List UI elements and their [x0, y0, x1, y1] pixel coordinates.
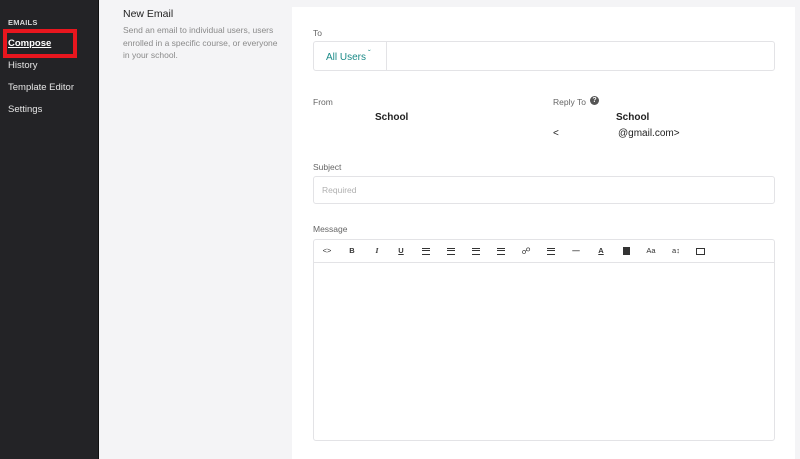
link-button[interactable]: ☍ — [516, 244, 536, 258]
sidebar-item-settings[interactable]: Settings — [8, 104, 42, 115]
intro-column: New Email Send an email to individual us… — [100, 0, 292, 459]
highlight-color-icon — [622, 247, 630, 256]
subject-field[interactable] — [313, 176, 775, 204]
reply-to-open-bracket: < — [553, 128, 559, 139]
sidebar-section-label: EMAILS — [8, 18, 38, 27]
font-size-button[interactable]: Aa — [641, 244, 661, 258]
reply-to-email: @gmail.com> — [618, 128, 680, 139]
align-button[interactable] — [541, 244, 561, 258]
font-color-button[interactable]: A — [591, 244, 611, 258]
line-height-button[interactable]: a↕ — [666, 244, 686, 258]
italic-button[interactable]: I — [367, 244, 387, 258]
numbered-list-icon — [447, 247, 455, 255]
indent-icon — [497, 247, 505, 255]
editor-toolbar: <> B I U ☍ — A Aa a↕ — [314, 240, 774, 263]
underline-button[interactable]: U — [391, 244, 411, 258]
highlight-button[interactable] — [616, 244, 636, 258]
compose-form: To All Users ˇ From School Reply To ? Sc… — [292, 7, 795, 459]
bullet-list-button[interactable] — [416, 244, 436, 258]
horizontal-rule-icon: — — [572, 246, 580, 255]
code-view-button[interactable]: <> — [317, 244, 337, 258]
link-icon: ☍ — [521, 246, 531, 256]
recipient-dropdown-value: All Users — [326, 52, 367, 63]
align-left-icon — [547, 247, 555, 255]
message-label: Message — [313, 224, 348, 234]
sidebar-item-history[interactable]: History — [8, 60, 38, 71]
subject-label: Subject — [313, 162, 342, 172]
from-name: School — [375, 112, 409, 123]
chevron-down-icon: ˇ — [368, 49, 371, 58]
subject-input[interactable] — [322, 185, 762, 195]
page-title: New Email — [123, 8, 174, 20]
reply-to-label: Reply To — [553, 97, 586, 107]
from-label: From — [313, 97, 333, 107]
to-label: To — [313, 28, 322, 38]
bold-button[interactable]: B — [342, 244, 362, 258]
image-icon — [695, 247, 705, 255]
sidebar-item-template-editor[interactable]: Template Editor — [8, 82, 74, 93]
recipient-dropdown[interactable]: All Users ˇ — [314, 42, 387, 70]
outdent-button[interactable] — [466, 244, 486, 258]
highlight-annotation — [3, 29, 77, 58]
bullet-list-icon — [422, 247, 430, 255]
page-description: Send an email to individual users, users… — [123, 25, 278, 60]
help-icon[interactable]: ? — [590, 96, 599, 105]
to-field[interactable]: All Users ˇ — [313, 41, 775, 71]
horizontal-rule-button[interactable]: — — [566, 244, 586, 258]
message-body[interactable] — [314, 263, 774, 440]
insert-image-button[interactable] — [690, 244, 710, 258]
message-editor[interactable]: <> B I U ☍ — A Aa a↕ — [313, 239, 775, 441]
sidebar: EMAILS Compose History Template Editor S… — [0, 0, 99, 459]
outdent-icon — [472, 247, 480, 255]
indent-button[interactable] — [491, 244, 511, 258]
numbered-list-button[interactable] — [441, 244, 461, 258]
reply-to-name: School — [616, 112, 650, 123]
